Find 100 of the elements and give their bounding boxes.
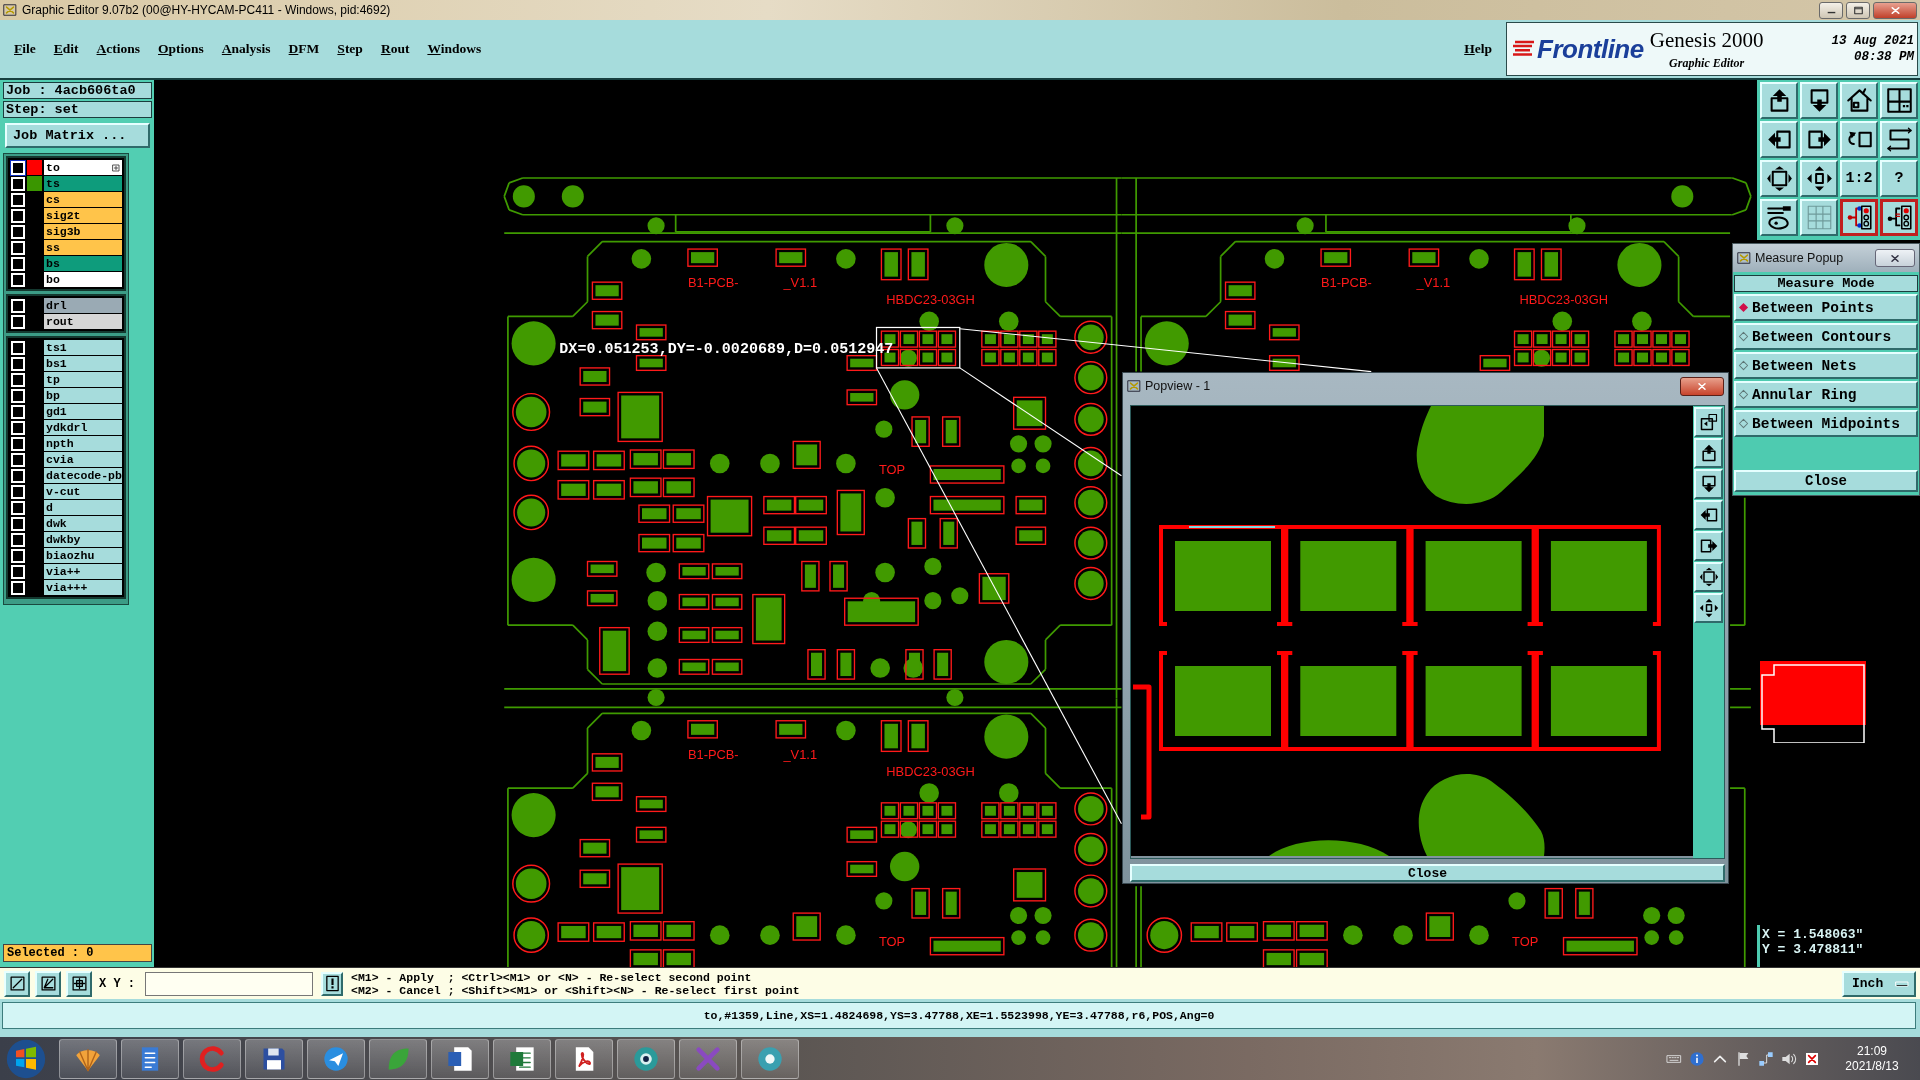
layer-name[interactable]: to	[44, 160, 122, 175]
measure-mode-option[interactable]: Annular Ring	[1734, 381, 1918, 408]
radio-icon[interactable]	[1738, 360, 1749, 371]
layer-checkbox[interactable]	[11, 177, 25, 191]
layer-checkbox[interactable]	[11, 357, 25, 371]
menu-item[interactable]: Help	[1464, 41, 1492, 57]
clock-date[interactable]: 2021/8/13	[1845, 1058, 1899, 1074]
taskbar-button[interactable]	[245, 1038, 303, 1079]
angle-tool-icon[interactable]	[39, 975, 57, 992]
job-matrix-button[interactable]: Job Matrix ...	[5, 123, 150, 148]
menu-item[interactable]: Options	[158, 41, 204, 57]
layer-name[interactable]: ts	[44, 176, 122, 191]
close-box-icon[interactable]	[1804, 1050, 1820, 1067]
eye-icon[interactable]	[632, 1044, 660, 1073]
measure-mode-option[interactable]: Between Contours	[1734, 323, 1918, 350]
layer-name[interactable]: sig3b	[44, 224, 122, 239]
layer-name[interactable]: tp	[44, 372, 122, 387]
taskbar-button[interactable]	[183, 1038, 241, 1079]
layer-name[interactable]: via+++	[44, 580, 122, 595]
flag-icon[interactable]	[1735, 1050, 1751, 1067]
layer-checkbox[interactable]	[11, 549, 25, 563]
taskbar-button[interactable]	[555, 1038, 613, 1079]
popout-icon[interactable]	[1698, 412, 1719, 432]
layer-checkbox[interactable]	[11, 161, 25, 175]
layer-checkbox[interactable]	[11, 193, 25, 207]
menu-item[interactable]: Edit	[53, 41, 79, 57]
menu-item[interactable]: Step	[337, 41, 363, 57]
spreadsheet-icon[interactable]	[508, 1044, 536, 1073]
taskbar-button[interactable]	[617, 1038, 675, 1079]
radio-icon[interactable]	[1738, 418, 1749, 429]
layer-checkbox[interactable]	[11, 225, 25, 239]
layer-name[interactable]: via++	[44, 564, 122, 579]
xy-input-field[interactable]	[145, 971, 313, 996]
menu-item[interactable]: Analysis	[221, 41, 271, 57]
layer-checkbox[interactable]	[11, 565, 25, 579]
tool-button[interactable]	[4, 970, 30, 997]
layer-name[interactable]: rout	[44, 314, 122, 329]
layer-checkbox[interactable]	[11, 453, 25, 467]
layer-name[interactable]: gd1	[44, 404, 122, 419]
info-icon[interactable]	[1689, 1050, 1705, 1067]
maximize-icon[interactable]	[1851, 4, 1865, 16]
tool-button[interactable]	[66, 970, 92, 997]
layer-checkbox[interactable]	[11, 533, 25, 547]
grid-snap-icon[interactable]	[70, 975, 88, 992]
taskbar-button[interactable]	[307, 1038, 365, 1079]
layer-checkbox[interactable]	[11, 517, 25, 531]
menu-item[interactable]: DFM	[288, 41, 320, 57]
layer-checkbox[interactable]	[11, 405, 25, 419]
layer-checkbox[interactable]	[11, 315, 25, 329]
layer-name[interactable]: ydkdrl	[44, 420, 122, 435]
clock-time[interactable]: 21:09	[1857, 1043, 1887, 1059]
radio-icon[interactable]	[1738, 389, 1749, 400]
taskbar-button[interactable]	[369, 1038, 427, 1079]
tool-button[interactable]	[35, 970, 61, 997]
layer-name[interactable]: bs1	[44, 356, 122, 371]
layer-name[interactable]: biaozhu	[44, 548, 122, 563]
taskbar-button[interactable]	[493, 1038, 551, 1079]
layer-checkbox[interactable]	[11, 257, 25, 271]
taskbar-button[interactable]	[741, 1038, 799, 1079]
layer-name[interactable]: sig2t	[44, 208, 122, 223]
layer-checkbox[interactable]	[11, 273, 25, 287]
layer-checkbox[interactable]	[11, 209, 25, 223]
layer-checkbox[interactable]	[11, 421, 25, 435]
layer-name[interactable]: npth	[44, 436, 122, 451]
layer-checkbox[interactable]	[11, 485, 25, 499]
measure-mode-option[interactable]: Between Nets	[1734, 352, 1918, 379]
radio-icon[interactable]	[1738, 302, 1749, 313]
layer-checkbox[interactable]	[11, 469, 25, 483]
menu-item[interactable]: Actions	[96, 41, 141, 57]
radio-icon[interactable]	[1738, 331, 1749, 342]
menu-item[interactable]: Rout	[380, 41, 410, 57]
units-dropdown[interactable]: Inch	[1842, 970, 1916, 997]
measure-mode-option[interactable]: Between Points	[1734, 294, 1918, 321]
layer-name[interactable]: d	[44, 500, 122, 515]
taskbar-button[interactable]	[59, 1038, 117, 1079]
taskbar-button[interactable]	[121, 1038, 179, 1079]
toolbar-button[interactable]: ?	[1880, 160, 1918, 197]
layer-checkbox[interactable]	[11, 341, 25, 355]
toolbar-button[interactable]: 1:2	[1840, 160, 1878, 197]
layer-name[interactable]: bo	[44, 272, 122, 287]
close-button[interactable]: Close	[1734, 470, 1918, 492]
maximize-button[interactable]	[1846, 1, 1870, 19]
layer-name[interactable]: v-cut	[44, 484, 122, 499]
layer-checkbox[interactable]	[11, 389, 25, 403]
close-button[interactable]	[1873, 1, 1917, 19]
layer-name[interactable]: bs	[44, 256, 122, 271]
paper-plane-icon[interactable]	[322, 1044, 350, 1073]
menu-item[interactable]: File	[14, 41, 36, 57]
zoom-view-panel[interactable]	[1131, 406, 1693, 856]
close-icon[interactable]	[1889, 252, 1901, 264]
layer-name[interactable]: drl	[44, 298, 122, 313]
fit-view-icon[interactable]	[1698, 567, 1719, 587]
document-icon[interactable]	[446, 1044, 474, 1073]
zoom-icon[interactable]	[1698, 598, 1719, 618]
taskbar-button[interactable]	[431, 1038, 489, 1079]
layer-checkbox[interactable]	[11, 501, 25, 515]
line-tool-icon[interactable]	[8, 975, 26, 992]
layer-name[interactable]: dwk	[44, 516, 122, 531]
layer-name[interactable]: ss	[44, 240, 122, 255]
layer-name[interactable]: ts1	[44, 340, 122, 355]
